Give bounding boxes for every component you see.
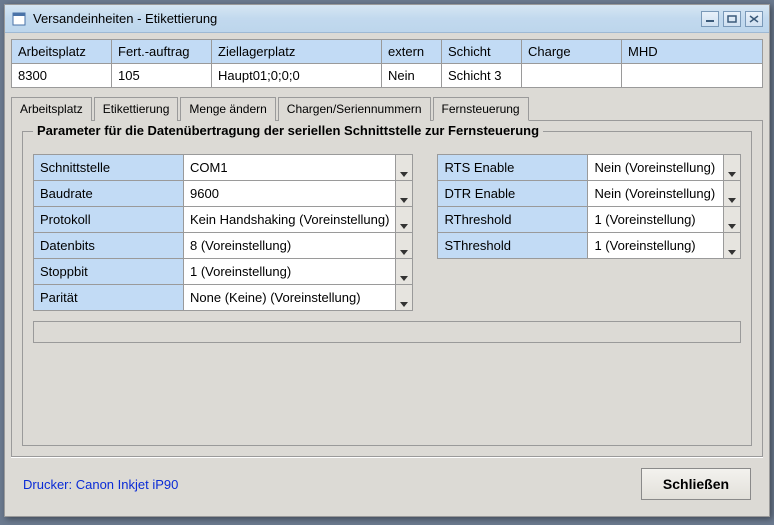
val-rthreshold[interactable]: 1 (Voreinstellung) — [587, 207, 723, 233]
lbl-rts-enable: RTS Enable — [437, 154, 587, 181]
val-stoppbit[interactable]: 1 (Voreinstellung) — [183, 259, 395, 285]
header-table: Arbeitsplatz Fert.-auftrag Ziellagerplat… — [11, 39, 763, 88]
schliessen-button[interactable]: Schließen — [641, 468, 751, 500]
lbl-dtr-enable: DTR Enable — [437, 181, 587, 207]
window-title: Versandeinheiten - Etikettierung — [33, 11, 701, 26]
lbl-protokoll: Protokoll — [33, 207, 183, 233]
app-icon — [11, 11, 27, 27]
cell-ziellager: Haupt01;0;0;0 — [212, 64, 382, 88]
dd-schnittstelle[interactable] — [395, 154, 413, 181]
maximize-button[interactable] — [723, 11, 741, 27]
tab-fernsteuerung[interactable]: Fernsteuerung — [433, 97, 529, 121]
window: Versandeinheiten - Etikettierung Arbeits… — [4, 4, 770, 517]
dd-baudrate[interactable] — [395, 181, 413, 207]
val-baudrate[interactable]: 9600 — [183, 181, 395, 207]
lbl-sthreshold: SThreshold — [437, 233, 587, 259]
val-sthreshold[interactable]: 1 (Voreinstellung) — [587, 233, 723, 259]
param-col-right: RTS EnableNein (Voreinstellung) DTR Enab… — [437, 154, 741, 311]
table-row[interactable]: 8300 105 Haupt01;0;0;0 Nein Schicht 3 — [12, 64, 763, 88]
lbl-datenbits: Datenbits — [33, 233, 183, 259]
tab-arbeitsplatz[interactable]: Arbeitsplatz — [11, 97, 92, 121]
tabstrip: Arbeitsplatz Etikettierung Menge ändern … — [11, 96, 763, 120]
cell-arbeitsplatz: 8300 — [12, 64, 112, 88]
param-col-left: SchnittstelleCOM1 Baudrate9600 Protokoll… — [33, 154, 413, 311]
printer-label: Drucker: Canon Inkjet iP90 — [23, 477, 178, 492]
val-protokoll[interactable]: Kein Handshaking (Voreinstellung) — [183, 207, 395, 233]
titlebar: Versandeinheiten - Etikettierung — [5, 5, 769, 33]
lbl-schnittstelle: Schnittstelle — [33, 154, 183, 181]
dd-protokoll[interactable] — [395, 207, 413, 233]
col-schicht: Schicht — [442, 40, 522, 64]
group-legend: Parameter für die Datenübertragung der s… — [33, 123, 543, 138]
lbl-baudrate: Baudrate — [33, 181, 183, 207]
val-datenbits[interactable]: 8 (Voreinstellung) — [183, 233, 395, 259]
dd-dtr-enable[interactable] — [723, 181, 741, 207]
tab-chargen-seriennummern[interactable]: Chargen/Seriennummern — [278, 97, 431, 121]
col-extern: extern — [382, 40, 442, 64]
val-rts-enable[interactable]: Nein (Voreinstellung) — [587, 154, 723, 181]
tab-etikettierung[interactable]: Etikettierung — [94, 97, 179, 121]
status-strip — [33, 321, 741, 343]
group-serial-params: Parameter für die Datenübertragung der s… — [22, 131, 752, 446]
col-charge: Charge — [522, 40, 622, 64]
dd-paritaet[interactable] — [395, 285, 413, 311]
lbl-paritaet: Parität — [33, 285, 183, 311]
col-arbeitsplatz: Arbeitsplatz — [12, 40, 112, 64]
dd-rthreshold[interactable] — [723, 207, 741, 233]
minimize-button[interactable] — [701, 11, 719, 27]
lbl-stoppbit: Stoppbit — [33, 259, 183, 285]
cell-fertauftrag: 105 — [112, 64, 212, 88]
col-fertauftrag: Fert.-auftrag — [112, 40, 212, 64]
footer: Drucker: Canon Inkjet iP90 Schließen — [11, 457, 763, 510]
dd-sthreshold[interactable] — [723, 233, 741, 259]
dd-stoppbit[interactable] — [395, 259, 413, 285]
dd-rts-enable[interactable] — [723, 154, 741, 181]
dd-datenbits[interactable] — [395, 233, 413, 259]
val-schnittstelle[interactable]: COM1 — [183, 154, 395, 181]
close-button[interactable] — [745, 11, 763, 27]
col-ziellager: Ziellagerplatz — [212, 40, 382, 64]
tab-panel-fernsteuerung: Parameter für die Datenübertragung der s… — [11, 120, 763, 457]
tab-menge-aendern[interactable]: Menge ändern — [180, 97, 275, 121]
lbl-rthreshold: RThreshold — [437, 207, 587, 233]
cell-schicht: Schicht 3 — [442, 64, 522, 88]
cell-mhd — [622, 64, 763, 88]
cell-charge — [522, 64, 622, 88]
val-paritaet[interactable]: None (Keine) (Voreinstellung) — [183, 285, 395, 311]
val-dtr-enable[interactable]: Nein (Voreinstellung) — [587, 181, 723, 207]
cell-extern: Nein — [382, 64, 442, 88]
col-mhd: MHD — [622, 40, 763, 64]
